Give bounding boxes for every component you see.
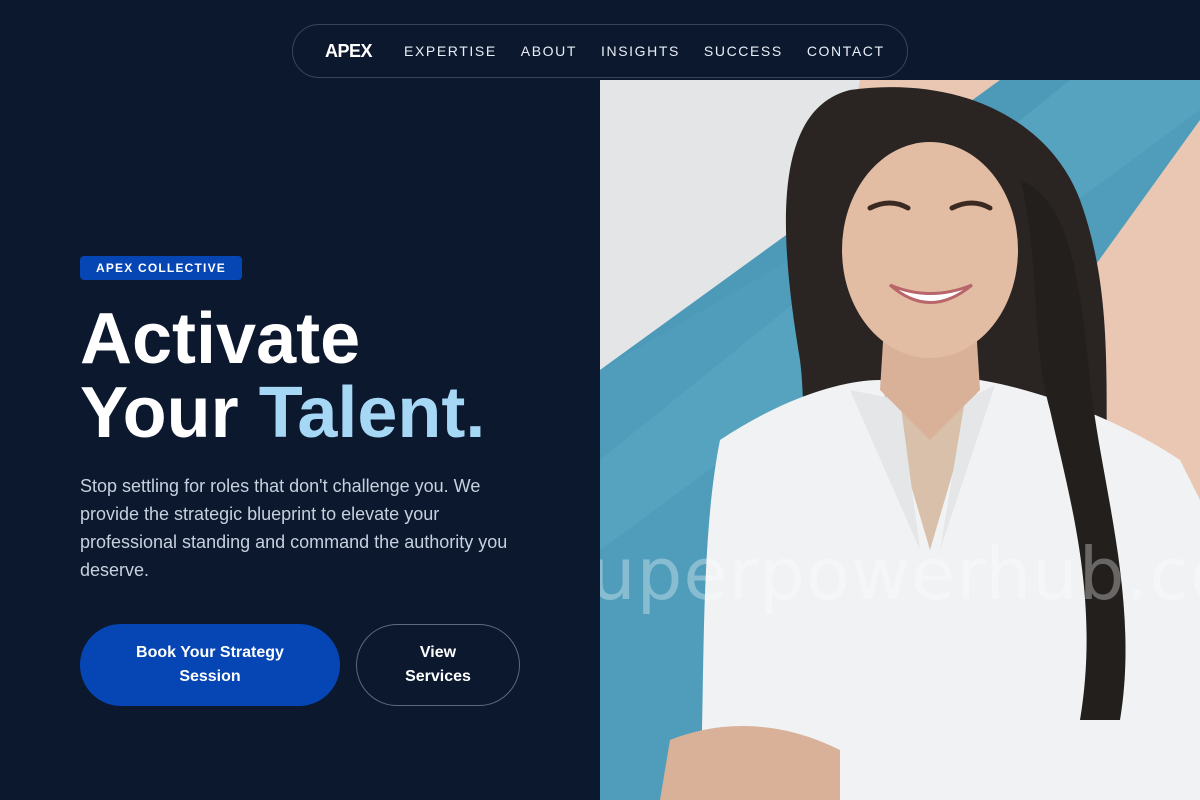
view-services-label: View Services	[405, 644, 471, 685]
photo-watermark: uperpowerhub.co	[600, 532, 1200, 616]
hero-description: Stop settling for roles that don't chall…	[80, 476, 508, 580]
hero-badge: APEX COLLECTIVE	[80, 256, 242, 280]
top-nav: APEX EXPERTISE ABOUT INSIGHTS SUCCESS CO…	[292, 24, 908, 78]
headline-line-1: Activate	[80, 299, 361, 379]
book-strategy-session-button[interactable]: Book Your Strategy Session	[80, 624, 340, 706]
nav-link-expertise[interactable]: EXPERTISE	[404, 43, 497, 59]
headline-line-2-plain: Your	[80, 373, 239, 453]
hero-headline: Activate Your Talent.	[80, 302, 580, 450]
view-services-button[interactable]: View Services	[356, 624, 520, 706]
nav-link-contact[interactable]: CONTACT	[807, 43, 885, 59]
headline-line-2-accent: Talent.	[258, 373, 486, 453]
book-strategy-session-label: Book Your Strategy Session	[136, 644, 284, 685]
page: APEX EXPERTISE ABOUT INSIGHTS SUCCESS CO…	[0, 0, 1200, 800]
brand-logo[interactable]: APEX	[325, 41, 373, 62]
nav-link-insights[interactable]: INSIGHTS	[601, 43, 680, 59]
nav-link-success[interactable]: SUCCESS	[704, 43, 783, 59]
nav-link-about[interactable]: ABOUT	[521, 43, 577, 59]
hero-photo-illustration	[600, 80, 1200, 800]
hero-photo: uperpowerhub.co	[600, 80, 1200, 800]
